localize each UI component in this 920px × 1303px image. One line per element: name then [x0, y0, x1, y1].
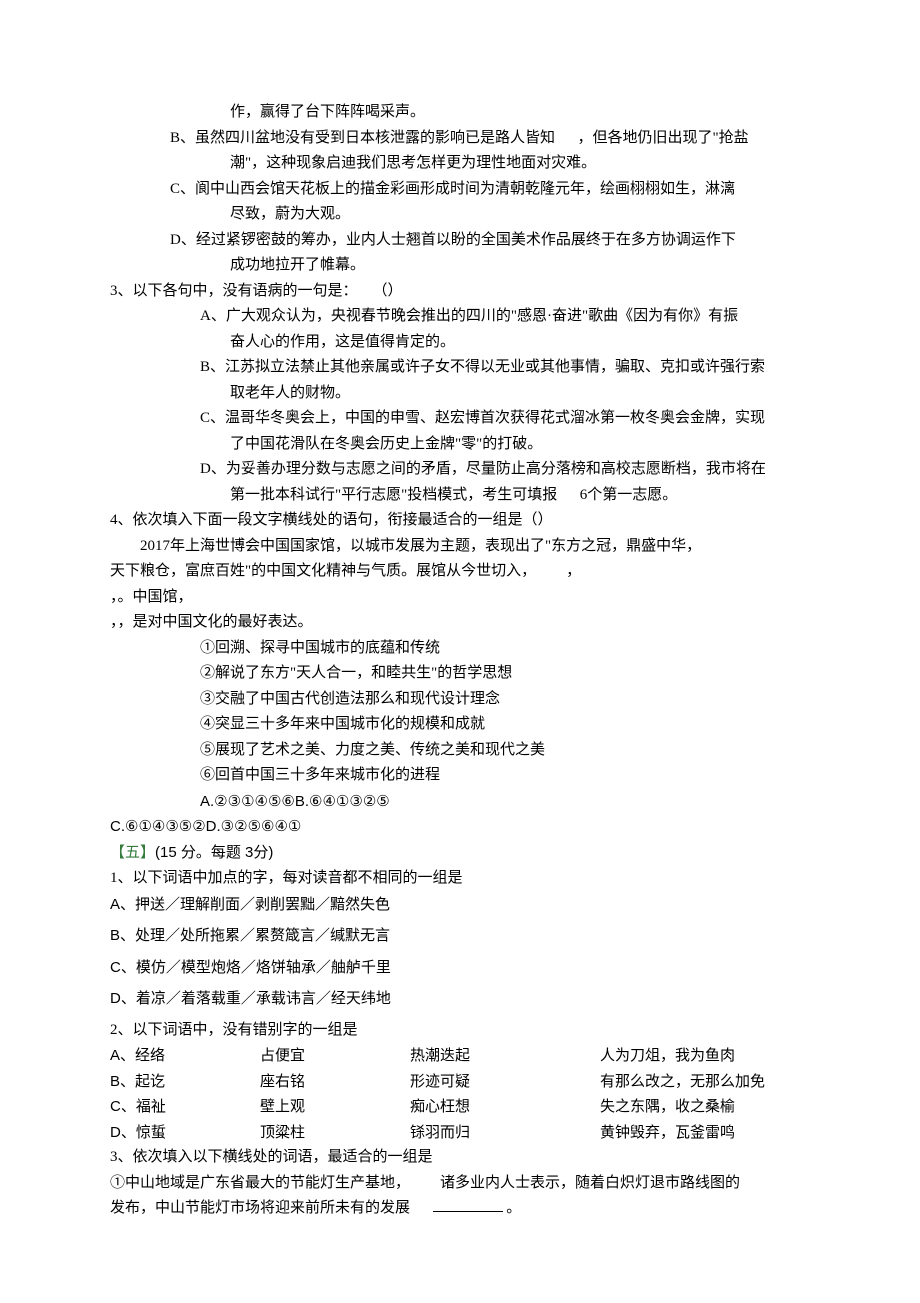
- q3-opt-b-cont: 取老年人的财物。: [110, 381, 830, 407]
- s5-q1-d: D、着凉／着落载重／承载讳言／经天纬地: [110, 986, 830, 1012]
- option-d: D、经过紧锣密鼓的筹办，业内人士翘首以盼的全国美术作品展终于在多方协调运作下: [110, 228, 830, 254]
- s5-q3-line1: ①中山地域是广东省最大的节能灯生产基地， 诸多业内人士表示，随着白炽灯退市路线图…: [110, 1171, 830, 1197]
- cell: 失之东隅，收之桑榆: [600, 1094, 735, 1120]
- s5-q3-stem: 3、依次填入以下横线处的词语，最适合的一组是: [110, 1145, 830, 1171]
- section-5-title: 【五】: [110, 845, 155, 861]
- cell: 壁上观: [260, 1094, 410, 1120]
- q4-item-1: ①回溯、探寻中国城市的底蕴和传统: [110, 636, 830, 662]
- s5-q2-stem: 2、以下词语中，没有错别字的一组是: [110, 1018, 830, 1044]
- cell: 占便宜: [260, 1043, 410, 1069]
- q4-item-2: ②解说了东方"天人合一，和睦共生"的哲学思想: [110, 661, 830, 687]
- s5-q2-d: D、惊蜇 顶粱柱 铩羽而归 黄钟毁弃，瓦釜雷鸣: [110, 1120, 830, 1146]
- q4-item-5: ⑤展现了艺术之美、力度之美、传统之美和现代之美: [110, 738, 830, 764]
- s5-q2-b: B、起讫 座右铭 形迹可疑 有那么改之，无那么加免: [110, 1069, 830, 1095]
- cell: 热潮迭起: [410, 1043, 600, 1069]
- q3-opt-a-cont: 奋人心的作用，这是值得肯定的。: [110, 330, 830, 356]
- q4-item-4: ④突显三十多年来中国城市化的规模和成就: [110, 712, 830, 738]
- cell: 铩羽而归: [410, 1120, 600, 1146]
- cell: 痴心枉想: [410, 1094, 600, 1120]
- cell: 形迹可疑: [410, 1069, 600, 1095]
- q4-opt-cd: C.⑥①④③⑤②D.③②⑤⑥④①: [110, 814, 830, 840]
- q3-opt-c: C、温哥华冬奥会上，中国的申雪、赵宏博首次获得花式溜冰第一枚冬奥会金牌，实现: [110, 406, 830, 432]
- cell: 人为刀俎，我为鱼肉: [600, 1043, 735, 1069]
- cell: B、起讫: [110, 1069, 260, 1095]
- option-c-cont: 尽致，蔚为大观。: [110, 202, 830, 228]
- cell: 座右铭: [260, 1069, 410, 1095]
- section-5-head: 【五】(15 分。每题 3分): [110, 840, 830, 867]
- cell: C、福祉: [110, 1094, 260, 1120]
- s5-q1-a: A、押送／理解削面／剥削罢黜／黯然失色: [110, 892, 830, 918]
- cell: 黄钟毁弃，瓦釜雷鸣: [600, 1120, 735, 1146]
- option-c: C、阆中山西会馆天花板上的描金彩画形成时间为清朝乾隆元年，绘画栩栩如生，淋漓: [110, 177, 830, 203]
- q4-para-3: ，。中国馆，: [110, 585, 830, 611]
- cell: 顶粱柱: [260, 1120, 410, 1146]
- q3-stem: 3、以下各句中，没有语病的一句是： （）: [110, 279, 830, 305]
- q4-opt-ab: A.②③①④⑤⑥B.⑥④①③②⑤: [110, 789, 830, 815]
- q4-stem: 4、依次填入下面一段文字横线处的语句，衔接最适合的一组是（）: [110, 508, 830, 534]
- q4-item-3: ③交融了中国古代创造法那么和现代设计理念: [110, 687, 830, 713]
- q4-item-6: ⑥回首中国三十多年来城市化的进程: [110, 763, 830, 789]
- cell: A、经络: [110, 1043, 260, 1069]
- q3-opt-c-cont: 了中国花滑队在冬奥会历史上金牌"零"的打破。: [110, 432, 830, 458]
- option-b: B、虽然四川盆地没有受到日本核泄露的影响已是路人皆知 ，但各地仍旧出现了"抢盐: [110, 126, 830, 152]
- s5-q3-line2: 发布，中山节能灯市场将迎来前所未有的发展 。: [110, 1196, 830, 1222]
- q4-para-2: 天下粮仓，富庶百姓"的中国文化精神与气质。展馆从今世切入， ，: [110, 559, 830, 585]
- q4-para-4: ，，是对中国文化的最好表达。: [110, 610, 830, 636]
- q3-opt-d: D、为妥善办理分数与志愿之间的矛盾，尽量防止高分落榜和高校志愿断档，我市将在: [110, 457, 830, 483]
- blank-underline: [433, 1211, 503, 1212]
- s5-q1-c: C、模仿／模型炮烙／烙饼轴承／舳舻千里: [110, 955, 830, 981]
- partial-option-a-cont: 作，赢得了台下阵阵喝采声。: [110, 100, 830, 126]
- section-5-points: (15 分。每题 3分): [155, 844, 273, 861]
- q3-opt-d-cont: 第一批本科试行"平行志愿"投档模式，考生可填报 6个第一志愿。: [110, 483, 830, 509]
- q3-opt-a: A、广大观众认为，央视春节晚会推出的四川的"感恩·奋进"歌曲《因为有你》有振: [110, 304, 830, 330]
- cell: 有那么改之，无那么加免: [600, 1069, 765, 1095]
- s5-q1-stem: 1、以下词语中加点的字，每对读音都不相同的一组是: [110, 866, 830, 892]
- option-b-cont: 潮"，这种现象启迪我们思考怎样更为理性地面对灾难。: [110, 151, 830, 177]
- s5-q1-b: B、处理／处所拖累／累赘箴言／缄默无言: [110, 923, 830, 949]
- s5-q2-c: C、福祉 壁上观 痴心枉想 失之东隅，收之桑榆: [110, 1094, 830, 1120]
- cell: D、惊蜇: [110, 1120, 260, 1146]
- q4-para-1: 2017年上海世博会中国国家馆，以城市发展为主题，表现出了"东方之冠，鼎盛中华，: [110, 534, 830, 560]
- q3-opt-b: B、江苏拟立法禁止其他亲属或许子女不得以无业或其他事情，骗取、克扣或许强行索: [110, 355, 830, 381]
- s5-q2-a: A、经络 占便宜 热潮迭起 人为刀俎，我为鱼肉: [110, 1043, 830, 1069]
- option-d-cont: 成功地拉开了帷幕。: [110, 253, 830, 279]
